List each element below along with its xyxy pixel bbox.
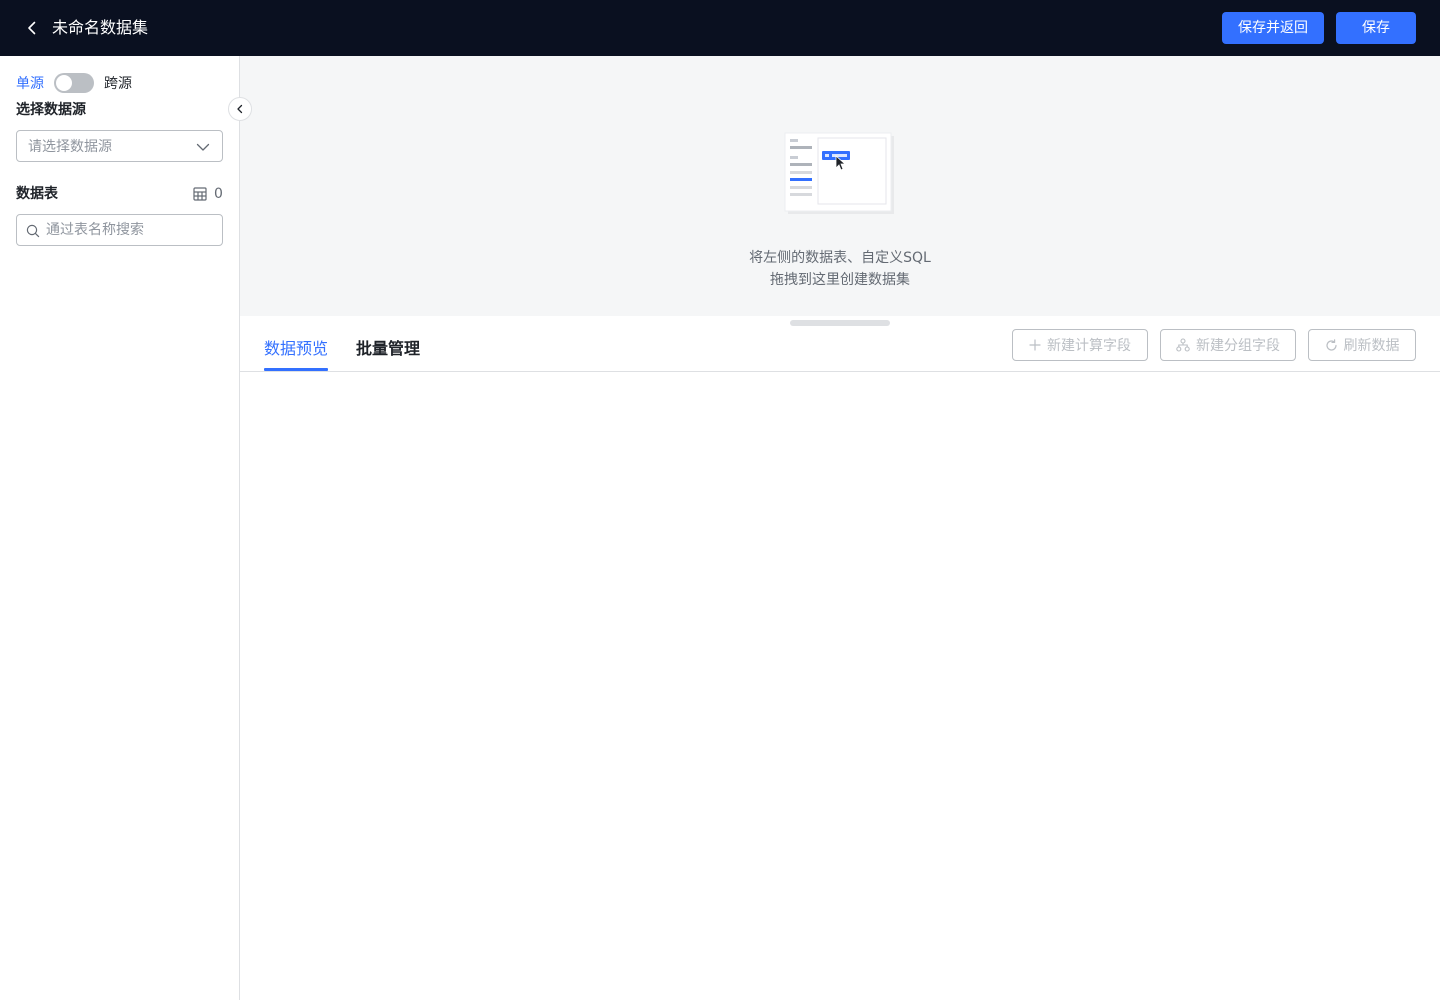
mode-single-label: 单源 [16, 76, 44, 92]
tables-label: 数据表 [16, 186, 58, 202]
mode-cross-label: 跨源 [104, 76, 132, 92]
top-header: 未命名数据集 保存并返回 保存 [0, 0, 1440, 56]
new-calc-field-label: 新建计算字段 [1047, 338, 1131, 354]
plus-icon [1029, 339, 1041, 351]
datasource-select[interactable]: 请选择数据源 [16, 130, 223, 162]
table-icon [193, 187, 207, 201]
drop-hint: 将左侧的数据表、自定义SQL 拖拽到这里创建数据集 [240, 247, 1440, 291]
refresh-data-button[interactable]: 刷新数据 [1308, 329, 1416, 361]
datasource-select-placeholder: 请选择数据源 [28, 139, 112, 155]
new-calc-field-button[interactable]: 新建计算字段 [1012, 329, 1148, 361]
tables-count-value: 0 [214, 186, 223, 202]
hierarchy-icon [1176, 338, 1190, 352]
datasource-label: 选择数据源 [16, 102, 86, 118]
tabs-bar: 数据预览 批量管理 新建计算字段 新建分组字段 刷新数据 [240, 316, 1440, 372]
new-group-field-button[interactable]: 新建分组字段 [1160, 329, 1296, 361]
tab-data-preview[interactable]: 数据预览 [264, 338, 328, 360]
refresh-icon [1325, 338, 1337, 351]
back-button[interactable] [20, 16, 44, 40]
collapse-sidebar-button[interactable] [228, 97, 252, 121]
toggle-knob [56, 75, 72, 91]
tables-count: 0 [193, 184, 223, 204]
drop-hint-line2: 拖拽到这里创建数据集 [770, 272, 910, 288]
table-search[interactable] [16, 214, 223, 246]
drop-canvas[interactable]: 将左侧的数据表、自定义SQL 拖拽到这里创建数据集 [240, 56, 1440, 316]
active-tab-indicator [264, 368, 328, 371]
save-button[interactable]: 保存 [1336, 12, 1416, 44]
new-group-field-label: 新建分组字段 [1196, 338, 1280, 354]
drag-illustration-icon [784, 132, 894, 214]
chevron-down-icon [196, 143, 210, 151]
drop-hint-line1: 将左侧的数据表、自定义SQL [749, 250, 931, 266]
table-search-input[interactable] [46, 220, 216, 240]
dataset-title[interactable]: 未命名数据集 [52, 17, 148, 39]
cross-source-toggle[interactable] [54, 73, 94, 93]
save-and-return-button[interactable]: 保存并返回 [1222, 12, 1324, 44]
source-mode-row: 单源 跨源 [16, 73, 132, 93]
chevron-left-icon [28, 21, 36, 35]
chevron-left-icon [237, 104, 243, 114]
tab-batch-manage[interactable]: 批量管理 [356, 338, 420, 360]
datasource-sidebar: 单源 跨源 选择数据源 请选择数据源 数据表 0 [0, 56, 240, 1000]
refresh-data-label: 刷新数据 [1343, 338, 1400, 354]
search-icon [26, 224, 40, 238]
